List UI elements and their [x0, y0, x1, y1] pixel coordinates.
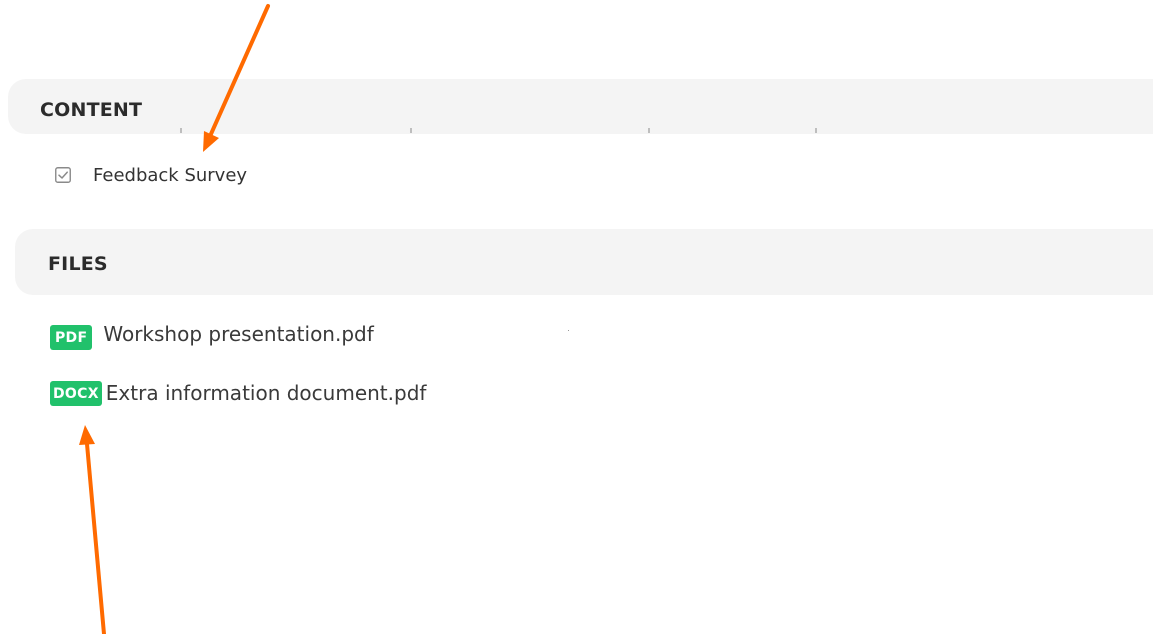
- checkbox-checked-icon[interactable]: [55, 167, 71, 183]
- annotation-arrow-bottom: [79, 425, 106, 634]
- files-section-title: FILES: [48, 253, 108, 275]
- ghost-mark: [648, 128, 650, 133]
- docx-file-badge: DOCX: [50, 380, 102, 406]
- content-section-header: CONTENT: [8, 79, 1153, 134]
- clipped-row-remnant: [0, 128, 1153, 136]
- ghost-mark: [180, 128, 182, 133]
- content-section-title: CONTENT: [40, 99, 143, 121]
- file-item-workshop-presentation[interactable]: PDF Workshop presentation.pdf: [50, 322, 374, 352]
- pdf-file-badge: PDF: [50, 324, 93, 350]
- content-item-feedback-survey[interactable]: Feedback Survey: [55, 163, 247, 187]
- file-link[interactable]: Extra information document.pdf: [106, 381, 427, 405]
- files-section-header: FILES: [15, 229, 1153, 295]
- content-item-label[interactable]: Feedback Survey: [93, 165, 247, 186]
- page: CONTENT Feedback Survey FILES PDF Worksh…: [0, 0, 1153, 634]
- file-item-extra-information[interactable]: DOCX Extra information document.pdf: [50, 378, 426, 408]
- ghost-mark: [410, 128, 412, 133]
- ghost-mark: [815, 128, 817, 133]
- file-link[interactable]: Workshop presentation.pdf: [103, 322, 373, 346]
- stray-dot: [568, 330, 569, 331]
